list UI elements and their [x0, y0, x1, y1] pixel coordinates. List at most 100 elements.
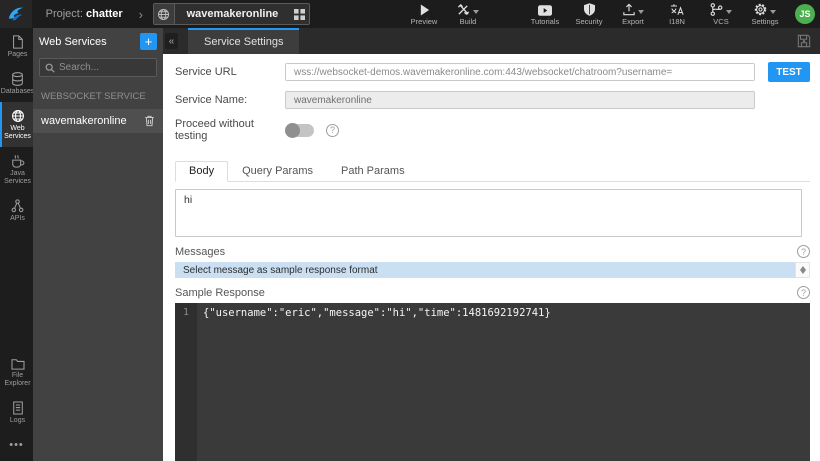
proceed-toggle[interactable]: [285, 122, 314, 138]
service-url-input[interactable]: [285, 63, 755, 81]
vcs-button[interactable]: VCS: [706, 2, 736, 26]
service-url-label: Service URL: [175, 66, 237, 78]
service-list-item[interactable]: wavemakeronline: [33, 109, 163, 133]
play-icon: [419, 4, 430, 16]
wavemaker-logo-icon[interactable]: [0, 0, 32, 28]
build-button[interactable]: Build: [453, 3, 483, 26]
sample-response-editor[interactable]: 1 {"username":"eric","message":"hi","tim…: [175, 303, 810, 461]
service-search[interactable]: [39, 58, 157, 77]
project-name: chatter: [85, 8, 123, 20]
preview-label: Preview: [410, 16, 438, 26]
body-message-input[interactable]: hi: [175, 189, 802, 237]
tab-body[interactable]: Body: [175, 161, 229, 182]
branch-icon: [710, 2, 723, 16]
i18n-label: I18N: [669, 16, 685, 26]
preview-button[interactable]: Preview: [409, 3, 439, 26]
database-icon: [11, 72, 24, 86]
service-name-row: Service Name:: [175, 91, 810, 109]
tab-path-params[interactable]: Path Params: [327, 161, 419, 182]
sidebar-item-label: File Explorer: [4, 371, 31, 387]
topbar-center-actions: Preview Build Tutorials: [402, 3, 567, 26]
build-tools-icon: [457, 3, 470, 16]
messages-scrollbar[interactable]: [795, 262, 810, 278]
panel-header: Web Services +: [33, 28, 163, 55]
vcs-dropdown-caret-icon: [726, 9, 732, 14]
sidebar-item-java-services[interactable]: Java Services: [0, 147, 33, 192]
editor-tabbar: « Service Settings: [163, 28, 820, 54]
sample-response-header: Sample Response ?: [175, 286, 810, 299]
sidebar-item-label: Databases: [0, 88, 35, 96]
export-label: Export: [622, 16, 644, 26]
settings-button[interactable]: Settings: [750, 3, 780, 26]
search-input[interactable]: [59, 62, 151, 73]
sidebar-item-file-explorer[interactable]: File Explorer: [0, 351, 33, 394]
tab-service-settings[interactable]: Service Settings: [188, 28, 300, 54]
main-area: « Service Settings Service URL TEST Serv…: [163, 28, 820, 461]
request-tabs: Body Query Params Path Params: [175, 161, 810, 182]
websocket-section-title: WEBSOCKET SERVICE: [41, 91, 146, 102]
globe-icon: [11, 109, 25, 123]
service-name-label: wavemakeronline: [41, 115, 127, 127]
proceed-without-testing-row: Proceed without testing ?: [175, 118, 810, 142]
left-nav-rail: Pages Databases Web Services Java Servic…: [0, 28, 35, 461]
sidebar-item-label: Pages: [7, 51, 28, 58]
proceed-help-icon[interactable]: ?: [326, 123, 339, 137]
gear-icon: [754, 3, 767, 16]
sidebar-item-databases[interactable]: Databases: [0, 65, 35, 102]
security-label: Security: [575, 16, 603, 26]
api-nodes-icon: [11, 199, 24, 213]
export-icon: [622, 3, 635, 16]
web-services-panel: Web Services + WEBSOCKET SERVICE wavemak…: [33, 28, 163, 461]
coffee-cup-icon: [11, 154, 25, 168]
build-label: Build: [459, 16, 477, 26]
sidebar-item-logs[interactable]: Logs: [0, 394, 33, 431]
panel-title: Web Services: [39, 35, 107, 48]
more-options-icon[interactable]: •••: [0, 431, 33, 461]
i18n-button[interactable]: I18N: [662, 3, 692, 26]
sidebar-item-pages[interactable]: Pages: [0, 28, 33, 65]
export-button[interactable]: Export: [618, 3, 648, 26]
video-icon: [538, 4, 552, 16]
folder-icon: [10, 358, 25, 370]
editor-code[interactable]: {"username":"eric","message":"hi","time"…: [197, 303, 810, 461]
save-icon[interactable]: [797, 34, 811, 48]
test-button[interactable]: TEST: [768, 62, 810, 82]
delete-service-icon[interactable]: [144, 115, 155, 127]
service-url-row: Service URL TEST: [175, 62, 810, 82]
collapse-panel-button[interactable]: «: [165, 33, 178, 49]
message-select-option[interactable]: Select message as sample response format: [175, 262, 795, 278]
sidebar-item-web-services[interactable]: Web Services: [0, 102, 33, 148]
logs-icon: [12, 401, 24, 415]
messages-label: Messages: [175, 245, 226, 258]
sample-response-help-icon[interactable]: ?: [797, 286, 810, 299]
sidebar-item-label: APIs: [10, 215, 25, 223]
shield-icon: [583, 2, 595, 16]
project-breadcrumb: Project: chatter: [46, 8, 123, 20]
breadcrumb-chevron-icon: ›: [138, 6, 144, 22]
security-button[interactable]: Security: [574, 2, 604, 26]
user-avatar[interactable]: JS: [795, 4, 815, 24]
tutorials-button[interactable]: Tutorials: [530, 3, 560, 26]
globe-icon: [154, 4, 175, 24]
sidebar-item-apis[interactable]: APIs: [0, 192, 33, 229]
toggle-knob: [285, 122, 300, 138]
scroll-down-icon[interactable]: [799, 270, 806, 274]
service-tab-label: wavemakeronline: [186, 8, 279, 20]
service-name-input[interactable]: [285, 91, 755, 109]
vcs-label: VCS: [713, 16, 729, 26]
topbar: Project: chatter › wavemakeronline Previ…: [0, 0, 820, 28]
wavemaker-studio: Project: chatter › wavemakeronline Previ…: [0, 0, 820, 461]
messages-list: Select message as sample response format: [175, 262, 810, 278]
build-dropdown-caret-icon: [473, 9, 479, 14]
messages-header: Messages ?: [175, 245, 810, 258]
open-service-tab[interactable]: wavemakeronline: [153, 3, 310, 25]
grid-icon[interactable]: [290, 4, 309, 24]
messages-help-icon[interactable]: ?: [797, 245, 810, 258]
export-dropdown-caret-icon: [637, 9, 644, 14]
editor-line-number: 1: [175, 303, 197, 461]
tab-query-params[interactable]: Query Params: [228, 161, 327, 182]
translate-icon: [670, 3, 684, 16]
project-label: Project:: [45, 8, 83, 20]
add-service-button[interactable]: +: [140, 33, 157, 50]
